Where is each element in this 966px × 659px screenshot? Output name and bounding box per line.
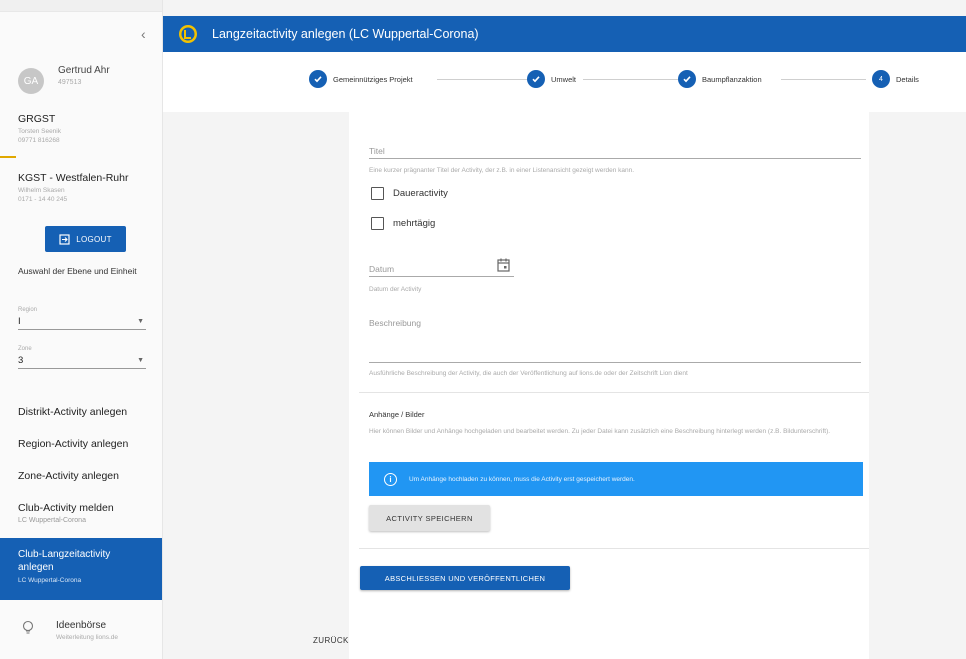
description-input[interactable] xyxy=(369,362,861,363)
lions-logo-icon xyxy=(179,25,197,43)
app-header: Langzeitactivity anlegen (LC Wuppertal-C… xyxy=(163,16,966,52)
back-button[interactable]: ZURÜCK xyxy=(313,636,349,645)
checkbox-box[interactable] xyxy=(371,217,384,230)
date-helper: Datum der Activity xyxy=(369,286,422,293)
checkbox-box[interactable] xyxy=(371,187,384,200)
user-name: Gertrud Ahr xyxy=(58,65,110,76)
description-input-label[interactable]: Beschreibung xyxy=(369,318,421,328)
step-details[interactable]: 4 Details xyxy=(872,70,919,88)
description-helper: Ausführliche Beschreibung der Activity, … xyxy=(369,370,688,377)
dropdown-arrow-icon: ▼ xyxy=(137,318,144,325)
select-value: 3 xyxy=(18,355,24,366)
nav-zone-activity[interactable]: Zone-Activity anlegen xyxy=(18,470,119,482)
divider xyxy=(359,392,869,393)
page-title: Langzeitactivity anlegen (LC Wuppertal-C… xyxy=(212,27,479,41)
title-helper: Eine kurzer prägnanter Titel der Activit… xyxy=(369,167,635,174)
nav-club-activity[interactable]: Club-Activity melden LC Wuppertal-Corona xyxy=(18,502,114,524)
step-connector xyxy=(583,79,678,80)
stepper: Gemeinnütziges Projekt Umwelt Baumpflanz… xyxy=(163,52,966,112)
check-icon xyxy=(678,70,696,88)
org-contact: Wilhelm Skasen xyxy=(18,187,65,194)
sidebar: ‹ GA Gertrud Ahr 497513 GRGST Torsten Se… xyxy=(0,0,163,659)
title-input-label[interactable]: Titel xyxy=(369,146,385,156)
step-connector xyxy=(781,79,866,80)
nav-label: Zone-Activity anlegen xyxy=(18,470,119,482)
user-id: 497513 xyxy=(58,79,82,86)
select-label: Region xyxy=(18,307,38,313)
nav-label: Club-Activity melden xyxy=(18,502,114,514)
org-contact: Torsten Seenik xyxy=(18,128,61,135)
avatar: GA xyxy=(18,68,44,94)
level-label: Auswahl der Ebene und Einheit xyxy=(18,266,137,276)
nav-label: Club-Langzeitactivity anlegen xyxy=(18,549,111,573)
form-card: Titel Eine kurzer prägnanter Titel der A… xyxy=(349,112,869,659)
nav-ideenboerse[interactable]: Ideenbörse Weiterleitung lions.de xyxy=(22,620,118,641)
nav-label: Region-Activity anlegen xyxy=(18,438,129,450)
user-info: GA Gertrud Ahr 497513 xyxy=(18,65,110,94)
attachments-title: Anhänge / Bilder xyxy=(369,410,425,419)
dropdown-arrow-icon: ▼ xyxy=(137,357,144,364)
region-select[interactable]: Region I ▼ xyxy=(18,307,146,330)
step-connector xyxy=(437,79,537,80)
attachments-description: Hier können Bilder und Anhänge hochgelad… xyxy=(369,428,831,435)
step-label: Details xyxy=(896,74,919,84)
step-baumpflanzaktion[interactable]: Baumpflanzaktion xyxy=(678,70,762,88)
nav-sub: Weiterleitung lions.de xyxy=(56,634,119,641)
step-umwelt[interactable]: Umwelt xyxy=(527,70,576,88)
org-title: KGST - Westfalen-Ruhr xyxy=(18,172,129,184)
select-label: Zone xyxy=(18,346,32,352)
logout-label: LOGOUT xyxy=(76,234,112,244)
logout-icon xyxy=(59,233,70,245)
org-title: GRGST xyxy=(18,113,56,125)
nav-club-langzeitactivity[interactable]: Club-Langzeitactivity anlegen LC Wuppert… xyxy=(0,538,162,600)
date-input[interactable] xyxy=(369,276,514,277)
checkbox-label: Daueractivity xyxy=(393,188,448,199)
info-alert: i Um Anhänge hochladen zu können, muss d… xyxy=(369,462,863,496)
info-text: Um Anhänge hochladen zu können, muss die… xyxy=(409,475,635,483)
logout-button[interactable]: LOGOUT xyxy=(45,226,126,252)
nav-label: Distrikt-Activity anlegen xyxy=(18,406,128,418)
nav-region-activity[interactable]: Region-Activity anlegen xyxy=(18,438,128,450)
nav-sub: LC Wuppertal-Corona xyxy=(18,577,82,584)
org-grgst: GRGST Torsten Seenik 09771 816268 xyxy=(18,113,61,145)
step-number: 4 xyxy=(872,70,890,88)
select-value: I xyxy=(18,316,21,327)
lightbulb-icon xyxy=(22,620,36,641)
info-icon: i xyxy=(384,472,397,486)
check-icon xyxy=(527,70,545,88)
divider xyxy=(359,548,869,549)
step-label: Baumpflanzaktion xyxy=(702,74,762,84)
publish-button[interactable]: ABSCHLIESSEN UND VERÖFFENTLICHEN xyxy=(360,566,570,590)
chevron-left-icon[interactable]: ‹ xyxy=(141,26,146,42)
checkbox-label: mehrtägig xyxy=(393,218,436,229)
nav-label: Ideenbörse xyxy=(56,620,107,631)
check-icon xyxy=(309,70,327,88)
step-gemeinnuetziges-projekt[interactable]: Gemeinnütziges Projekt xyxy=(309,70,413,88)
date-input-label[interactable]: Datum xyxy=(369,264,394,274)
calendar-icon[interactable] xyxy=(497,258,510,272)
step-label: Gemeinnütziges Projekt xyxy=(333,74,413,84)
org-phone: 0171 - 14 40 245 xyxy=(18,196,68,203)
daueractivity-checkbox[interactable]: Daueractivity xyxy=(371,187,448,200)
sidebar-topbar xyxy=(0,0,162,12)
nav-sub: LC Wuppertal-Corona xyxy=(18,517,86,524)
mehrtaegig-checkbox[interactable]: mehrtägig xyxy=(371,217,435,230)
org-phone: 09771 816268 xyxy=(18,137,60,144)
step-label: Umwelt xyxy=(551,74,577,84)
save-activity-button[interactable]: ACTIVITY SPEICHERN xyxy=(369,505,490,531)
org-kgst: KGST - Westfalen-Ruhr Wilhelm Skasen 017… xyxy=(18,172,128,204)
title-input[interactable] xyxy=(369,158,861,159)
nav-distrikt-activity[interactable]: Distrikt-Activity anlegen xyxy=(18,406,127,418)
accent-marker xyxy=(0,156,16,158)
zone-select[interactable]: Zone 3 ▼ xyxy=(18,346,146,369)
